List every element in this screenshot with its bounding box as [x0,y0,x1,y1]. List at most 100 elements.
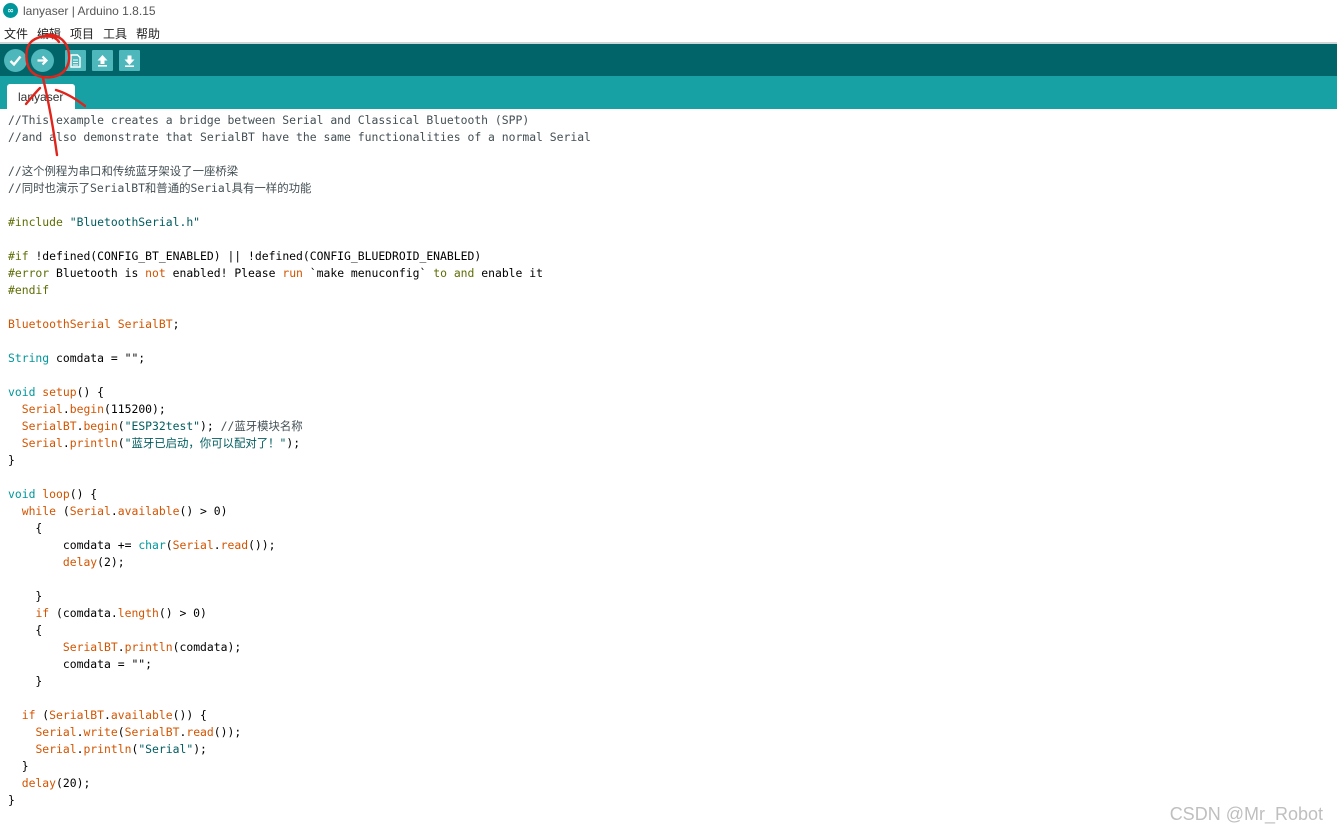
code-token: Serial [21,436,63,450]
code-token: available [117,504,180,518]
new-button[interactable] [65,50,86,71]
code-token: SerialBT [49,708,105,722]
code-token: ( [165,538,173,552]
code-text[interactable]: //This example creates a bridge between … [8,112,591,809]
code-line: Serial.begin(115200); [8,401,591,418]
code-token: char [138,538,166,552]
code-token: . [104,708,111,722]
code-token: length [117,606,159,620]
code-token: delay [62,555,98,569]
code-line: ​ [8,469,591,486]
code-token: comdata += [8,538,139,552]
code-token: #if [8,249,36,263]
code-token: and [453,266,475,280]
code-token: } [8,453,15,467]
code-token: SerialBT [62,640,118,654]
code-line: BluetoothSerial SerialBT; [8,316,591,333]
tab-label: lanyaser [18,90,64,104]
code-token: if [21,708,36,722]
code-line: ​ [8,571,591,588]
code-line: String comdata = ""; [8,350,591,367]
code-token: ( [117,436,125,450]
code-token: println [83,742,132,756]
code-token: ( [35,708,50,722]
code-line: if (SerialBT.available()) { [8,707,591,724]
code-line: { [8,520,591,537]
code-token: write [83,725,118,739]
verify-button[interactable] [4,49,27,72]
code-token: is [124,266,146,280]
code-token: to [433,266,447,280]
code-token: () > 0) [179,504,228,518]
code-token: Serial [69,504,111,518]
open-button[interactable] [92,50,113,71]
code-token: (comdata); [172,640,242,654]
upload-button[interactable] [31,49,54,72]
code-line: //这个例程为串口和传统蓝牙架设了一座桥梁 [8,163,591,180]
code-token: void [8,385,36,399]
code-line: ​ [8,197,591,214]
code-token: Serial [21,402,63,416]
code-token: `make menuconfig` [302,266,434,280]
code-token: . [213,538,221,552]
code-token: Serial [35,742,77,756]
menu-file[interactable]: 文件 [4,25,28,42]
new-icon [70,53,81,68]
code-line: } [8,792,591,809]
code-token: comdata = ""; [49,351,146,365]
code-token: delay [21,776,57,790]
code-token: SerialBT [124,725,180,739]
code-token: begin [69,402,105,416]
watermark: CSDN @Mr_Robot [1169,804,1323,824]
code-token: SerialBT [117,317,173,331]
code-line: SerialBT.println(comdata); [8,639,591,656]
code-token: !defined(CONFIG_BT_ENABLED) || !defined(… [35,249,482,263]
code-token: Bluetooth [56,266,125,280]
code-token: //and also demonstrate that SerialBT hav… [8,130,591,144]
code-line: void loop() { [8,486,591,503]
code-line: #include "BluetoothSerial.h" [8,214,591,231]
code-token: void [8,487,36,501]
code-line: Serial.println("Serial"); [8,741,591,758]
verify-icon [9,55,22,67]
code-token: } [8,589,43,603]
code-token: ; [172,317,180,331]
code-token: not [145,266,166,280]
tab-lanyaser[interactable]: lanyaser [7,84,75,109]
code-token: #endif [8,283,50,297]
menu-sketch[interactable]: 项目 [70,25,94,42]
save-button[interactable] [119,50,140,71]
code-token: . [117,640,125,654]
code-token: ()); [248,538,276,552]
code-line: //This example creates a bridge between … [8,112,591,129]
code-token: { [8,623,43,637]
code-line: ​ [8,690,591,707]
menu-tools[interactable]: 工具 [103,25,127,42]
code-line: delay(20); [8,775,591,792]
code-token: (2); [97,555,125,569]
code-token: "蓝牙已启动，你可以配对了！" [124,436,287,450]
code-token: enabled! Please [165,266,283,280]
toolbar [0,44,1337,76]
menu-edit[interactable]: 编辑 [37,25,61,42]
code-token: Serial [35,725,77,739]
code-line: ​ [8,299,591,316]
code-line: comdata += char(Serial.read()); [8,537,591,554]
tab-bar: lanyaser [0,76,1337,109]
code-token: Serial [172,538,214,552]
code-line: } [8,673,591,690]
code-token: while [21,504,57,518]
code-token: println [69,436,118,450]
code-editor[interactable]: //This example creates a bridge between … [0,109,1337,831]
code-token: (115200); [104,402,166,416]
menu-help[interactable]: 帮助 [136,25,160,42]
code-line: { [8,622,591,639]
